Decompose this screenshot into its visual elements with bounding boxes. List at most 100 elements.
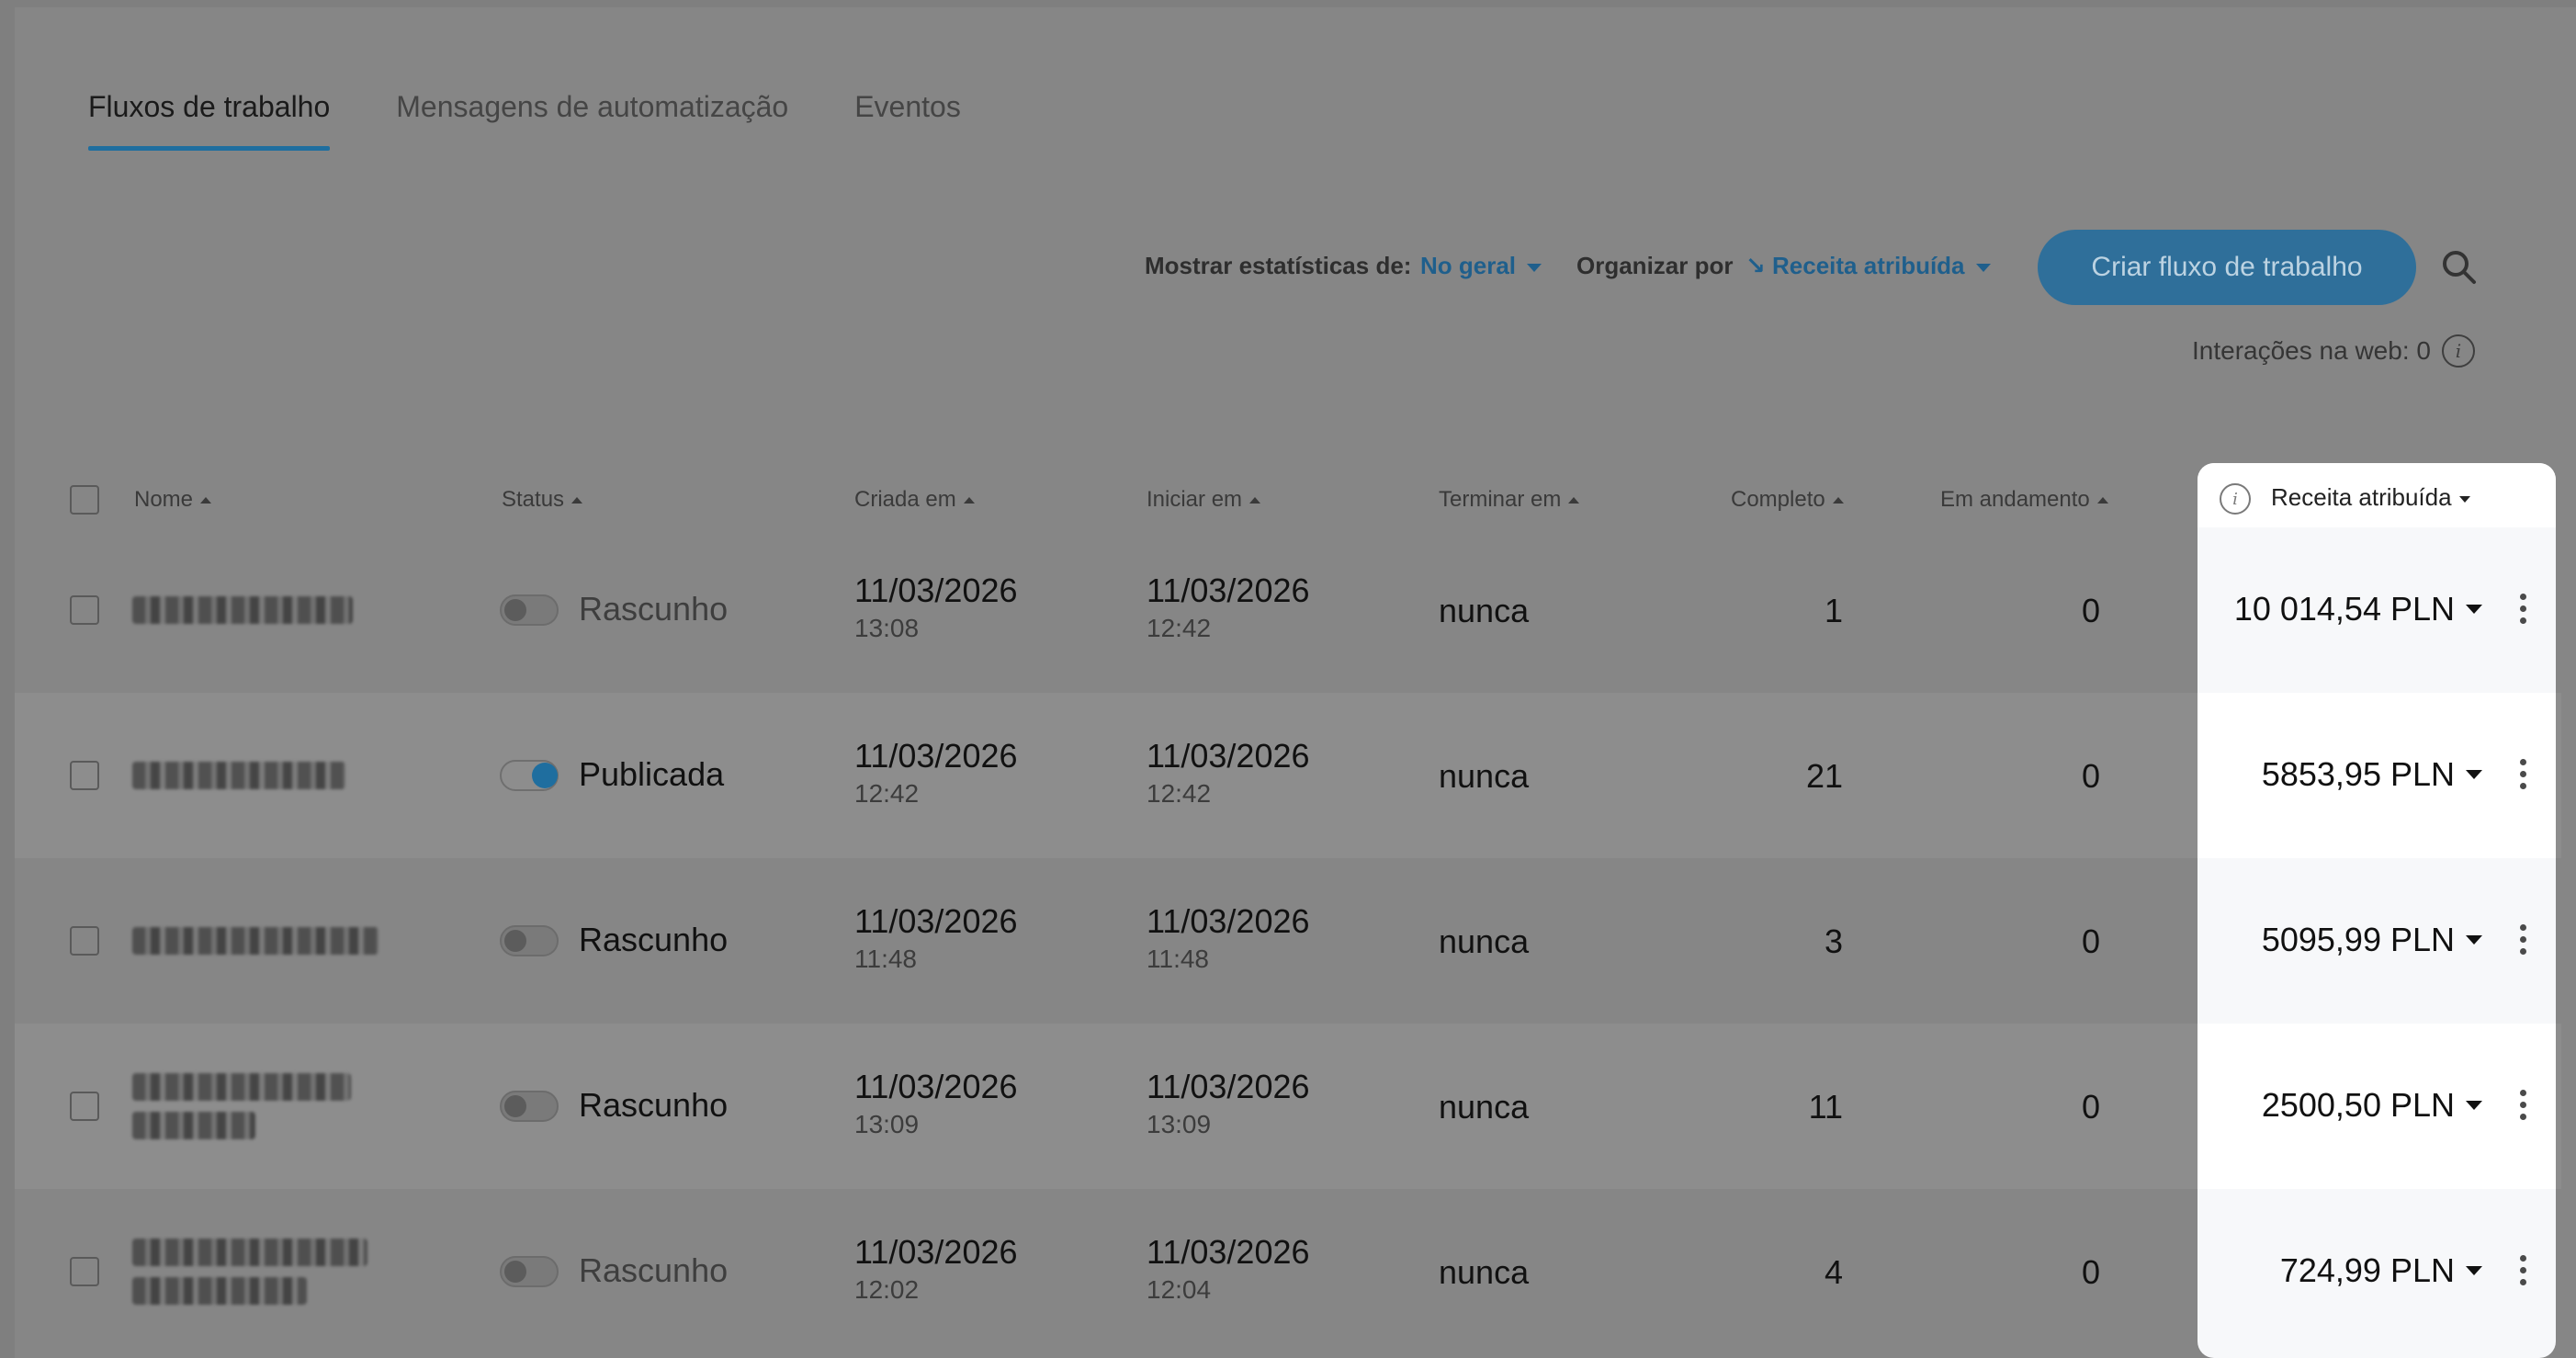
workflow-name-redacted[interactable] — [132, 927, 378, 955]
status-text: Publicada — [579, 755, 725, 793]
sort-up-icon — [1832, 497, 1844, 504]
tab-automation-messages[interactable]: Mensagens de automatização — [396, 90, 788, 151]
header-created[interactable]: Criada em — [854, 487, 975, 513]
in-progress-count: 0 — [2081, 1253, 2100, 1291]
search-icon[interactable] — [2438, 246, 2480, 289]
info-icon[interactable]: i — [2220, 483, 2251, 515]
caret-down-icon — [2466, 1101, 2482, 1110]
tab-events[interactable]: Eventos — [854, 90, 961, 151]
kebab-menu-icon[interactable] — [2514, 921, 2532, 961]
status-text: Rascunho — [579, 1251, 729, 1289]
table-row[interactable]: Publicada 11/03/2026 12:42 11/03/2026 12:42 n… — [15, 693, 2561, 858]
header-start[interactable]: Iniciar em — [1147, 487, 1261, 513]
stats-dropdown[interactable]: No geral — [1420, 252, 1542, 280]
workflow-name-redacted[interactable] — [132, 596, 353, 624]
workflow-name-redacted[interactable] — [132, 1277, 307, 1305]
workflow-name-redacted[interactable] — [132, 1112, 255, 1139]
tab-bar: Fluxos de trabalho Mensagens de automati… — [88, 90, 1027, 151]
revenue-value: 5853,95 PLN — [2261, 755, 2455, 793]
header-name[interactable]: Nome — [134, 487, 212, 513]
sort-up-icon — [571, 497, 583, 504]
publish-toggle[interactable] — [500, 925, 559, 956]
revenue-cell: 10 014,54 PLN — [2198, 527, 2556, 693]
info-icon[interactable]: i — [2441, 334, 2475, 368]
sort-up-icon — [1249, 497, 1261, 504]
sort-dropdown[interactable]: ↘ Receita atribuída — [1746, 252, 1991, 280]
header-in-progress-label: Em andamento — [1940, 487, 2090, 512]
revenue-dropdown[interactable]: 724,99 PLN — [2280, 1251, 2482, 1290]
header-status[interactable]: Status — [502, 487, 583, 513]
completed-count: 4 — [1824, 1253, 1843, 1291]
start-date: 11/03/2026 — [1147, 1233, 1310, 1271]
end-at: nunca — [1439, 757, 1530, 795]
created-at: 11/03/2026 11:48 — [854, 902, 1018, 974]
created-date: 11/03/2026 — [854, 737, 1018, 775]
header-revenue[interactable]: i Receita atribuída — [2198, 463, 2556, 527]
stats-label: Mostrar estatísticas de: — [1145, 252, 1412, 279]
revenue-dropdown[interactable]: 5095,99 PLN — [2262, 921, 2482, 959]
row-checkbox[interactable] — [70, 761, 99, 790]
completed-count: 11 — [1808, 1088, 1843, 1126]
table-row[interactable]: Rascunho 11/03/2026 13:09 11/03/2026 13:09 nu… — [15, 1024, 2561, 1189]
status-text: Rascunho — [579, 590, 729, 628]
completed-count: 3 — [1824, 922, 1843, 960]
row-checkbox[interactable] — [70, 926, 99, 956]
start-at: 11/03/2026 12:04 — [1147, 1233, 1310, 1305]
row-checkbox[interactable] — [70, 1092, 99, 1121]
end-at: nunca — [1439, 1088, 1530, 1126]
start-date: 11/03/2026 — [1147, 1068, 1310, 1105]
create-workflow-button[interactable]: Criar fluxo de trabalho — [2038, 230, 2416, 305]
toggle-knob — [504, 1261, 526, 1283]
revenue-value: 10 014,54 PLN — [2233, 590, 2455, 628]
start-time: 12:04 — [1147, 1275, 1212, 1304]
revenue-value: 724,99 PLN — [2279, 1251, 2455, 1289]
header-name-label: Nome — [134, 487, 194, 512]
toggle-knob — [532, 763, 558, 788]
header-created-label: Criada em — [854, 487, 956, 512]
start-at: 11/03/2026 12:42 — [1147, 571, 1310, 643]
workflow-name-redacted[interactable] — [132, 1239, 367, 1266]
start-date: 11/03/2026 — [1147, 737, 1310, 775]
table-row[interactable]: Rascunho 11/03/2026 13:08 11/03/2026 12:42 nu… — [15, 527, 2561, 693]
created-at: 11/03/2026 13:09 — [854, 1068, 1018, 1139]
created-at: 11/03/2026 12:42 — [854, 737, 1018, 809]
header-start-label: Iniciar em — [1147, 487, 1243, 512]
header-in-progress[interactable]: Em andamento — [1940, 487, 2108, 513]
publish-toggle[interactable] — [500, 594, 559, 626]
toggle-knob — [504, 1095, 526, 1117]
kebab-menu-icon[interactable] — [2514, 755, 2532, 796]
revenue-dropdown[interactable]: 2500,50 PLN — [2262, 1086, 2482, 1125]
revenue-dropdown[interactable]: 5853,95 PLN — [2262, 755, 2482, 794]
select-all-checkbox[interactable] — [70, 485, 99, 515]
header-end[interactable]: Terminar em — [1439, 487, 1580, 513]
tab-workflows[interactable]: Fluxos de trabalho — [88, 90, 331, 151]
revenue-value: 5095,99 PLN — [2261, 921, 2455, 958]
in-progress-count: 0 — [2081, 1088, 2100, 1126]
row-checkbox[interactable] — [70, 1257, 99, 1286]
start-date: 11/03/2026 — [1147, 902, 1310, 940]
kebab-menu-icon[interactable] — [2514, 1086, 2532, 1126]
kebab-menu-icon[interactable] — [2514, 1251, 2532, 1292]
created-at: 11/03/2026 12:02 — [854, 1233, 1018, 1305]
created-at: 11/03/2026 13:08 — [854, 571, 1018, 643]
header-status-label: Status — [502, 487, 565, 512]
header-completed[interactable]: Completo — [1731, 487, 1844, 513]
revenue-dropdown[interactable]: 10 014,54 PLN — [2234, 590, 2482, 628]
revenue-cell: 5853,95 PLN — [2198, 693, 2556, 858]
publish-toggle[interactable] — [500, 1091, 559, 1122]
start-time: 13:09 — [1147, 1110, 1212, 1138]
row-checkbox[interactable] — [70, 595, 99, 625]
publish-toggle[interactable] — [500, 1256, 559, 1287]
workflow-name-redacted[interactable] — [132, 1073, 351, 1101]
sort-up-icon — [2096, 497, 2108, 504]
publish-toggle[interactable] — [500, 760, 559, 791]
kebab-menu-icon[interactable] — [2514, 590, 2532, 630]
sort-up-icon — [1568, 497, 1580, 504]
stats-value: No geral — [1420, 252, 1517, 279]
workflow-name-redacted[interactable] — [132, 762, 345, 789]
caret-down-icon — [2458, 495, 2470, 503]
end-at: nunca — [1439, 592, 1530, 629]
table-row[interactable]: Rascunho 11/03/2026 11:48 11/03/2026 11:48 nu… — [15, 858, 2561, 1024]
table-row[interactable]: Rascunho 11/03/2026 12:02 11/03/2026 12:04 nu… — [15, 1189, 2561, 1354]
start-time: 12:42 — [1147, 614, 1212, 642]
